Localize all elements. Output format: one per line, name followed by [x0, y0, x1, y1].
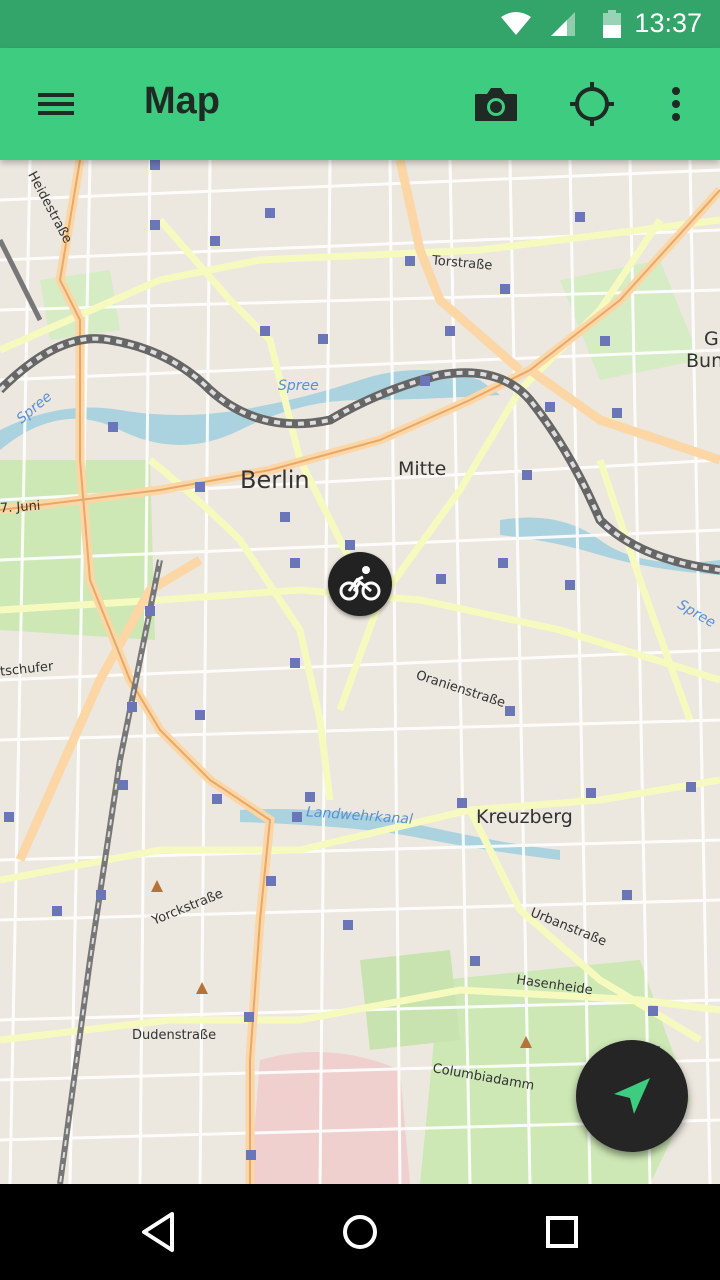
bike-location-marker[interactable] — [328, 552, 392, 616]
camera-icon — [475, 88, 517, 121]
navigation-arrow-icon — [614, 1078, 650, 1114]
page-title: Map — [144, 80, 220, 122]
clock: 13:37 — [634, 8, 702, 38]
battery-icon — [603, 10, 621, 38]
navigation-button[interactable] — [576, 1040, 688, 1152]
app-bar: Map — [0, 48, 720, 160]
wifi-icon — [501, 12, 531, 35]
more-vert-icon — [672, 87, 680, 121]
recents-icon[interactable] — [536, 1206, 588, 1258]
camera-button[interactable] — [464, 72, 528, 136]
navigation-bar — [0, 1184, 720, 1280]
back-icon[interactable] — [134, 1206, 186, 1258]
cell-signal-icon — [551, 12, 575, 36]
menu-icon — [38, 93, 74, 115]
map-label-spree: Spree — [278, 378, 319, 394]
map-label-g: G — [704, 328, 719, 350]
map-label-kreuzberg: Kreuzberg — [476, 806, 573, 828]
map-label-berlin: Berlin — [240, 466, 310, 494]
map-view[interactable]: Berlin Mitte Kreuzberg Torstraße Oranien… — [0, 160, 720, 1184]
map-label-dudenstrasse: Dudenstraße — [132, 1028, 217, 1043]
map-label-bun: Bun — [686, 350, 720, 372]
menu-button[interactable] — [24, 72, 88, 136]
map-tiles[interactable] — [0, 160, 720, 1184]
bicycle-icon — [339, 566, 381, 601]
status-bar: 13:37 — [0, 0, 720, 48]
locate-icon — [570, 82, 614, 126]
map-label-mitte: Mitte — [398, 458, 447, 480]
map-label-juni: 7. Juni — [0, 498, 41, 517]
home-icon[interactable] — [334, 1206, 386, 1258]
more-options-button[interactable] — [644, 72, 708, 136]
locate-button[interactable] — [560, 72, 624, 136]
